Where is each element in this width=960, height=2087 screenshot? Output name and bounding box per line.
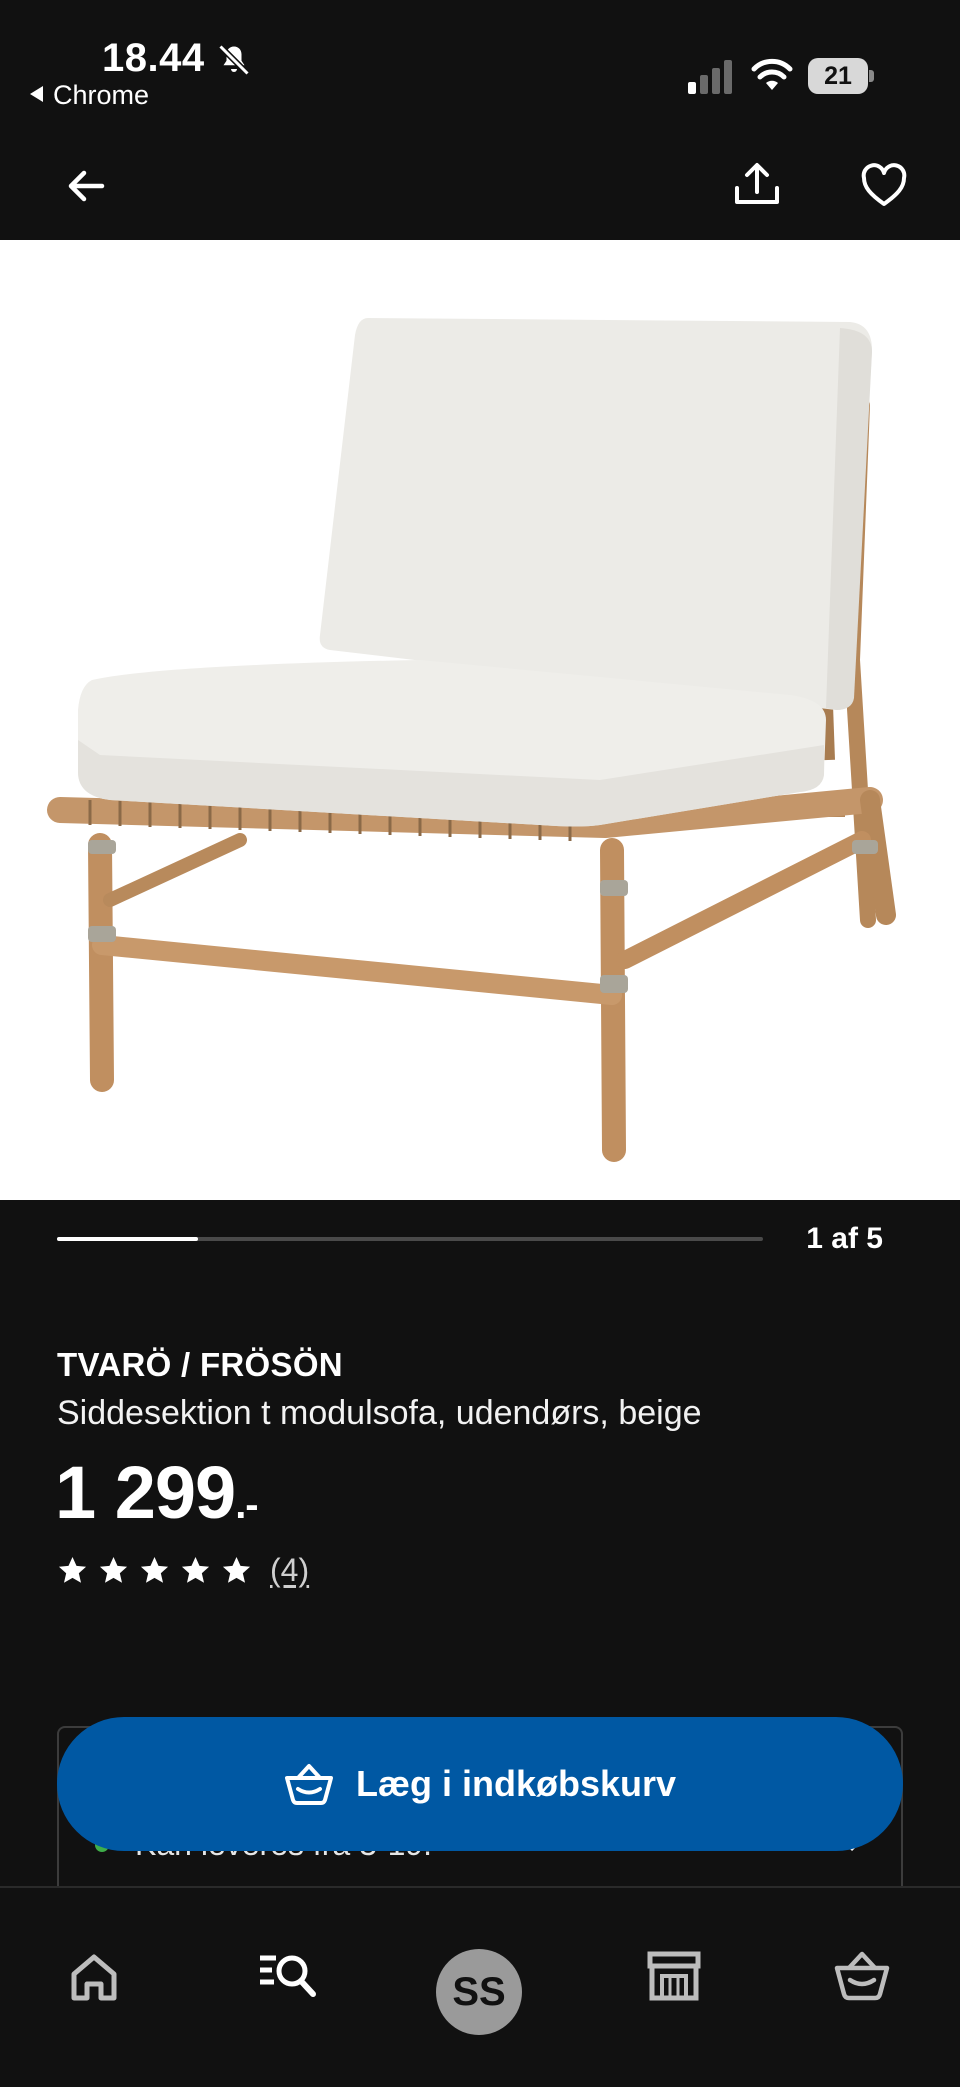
store-icon[interactable] [644,1946,704,2006]
wifi-icon [751,58,793,90]
star-icon [58,1556,87,1583]
product-description: Siddesektion t modulsofa, udendørs, beig… [57,1394,702,1432]
price-suffix: .- [235,1483,258,1527]
share-icon[interactable] [733,160,781,208]
bell-slash-icon [218,44,250,76]
basket-icon[interactable] [834,1948,890,2002]
battery-level: 21 [824,62,852,90]
product-price: 1 299.- [55,1450,259,1535]
basket-icon [284,1764,333,1805]
back-triangle-icon [30,86,43,102]
review-count-link[interactable]: (4) [270,1552,309,1589]
add-to-cart-label: Læg i indkøbskurv [355,1763,677,1804]
star-icon [99,1556,128,1583]
star-icon [181,1556,210,1583]
profile-avatar[interactable]: SS [436,1949,522,2035]
carousel-counter: 1 af 5 [806,1222,883,1255]
add-to-cart-button[interactable]: Læg i indkøbskurv [57,1717,903,1851]
star-icon [222,1556,251,1583]
back-to-app[interactable]: Chrome [30,80,149,111]
bottom-navigation: SS [0,1886,960,2087]
price-value: 1 299 [55,1451,236,1534]
product-name: TVARÖ / FRÖSÖN [57,1346,343,1383]
heart-icon[interactable] [860,162,908,210]
carousel-progress [57,1237,763,1241]
battery-icon: 21 [808,58,874,94]
home-icon[interactable] [64,1948,124,2006]
product-image[interactable] [0,240,960,1200]
status-time: 18.44 [102,36,205,80]
arrow-left-icon[interactable] [62,162,110,210]
search-list-icon[interactable] [256,1944,318,2006]
product-rating[interactable]: (4) [57,1550,309,1590]
back-app-label: Chrome [53,80,150,110]
signal-icon [688,60,732,94]
chair-illustration [47,318,896,1162]
carousel-progress-fill [57,1237,199,1241]
star-icon [140,1556,169,1583]
top-navigation [0,140,960,240]
status-bar: 18.44 Chrome 21 [0,0,960,110]
